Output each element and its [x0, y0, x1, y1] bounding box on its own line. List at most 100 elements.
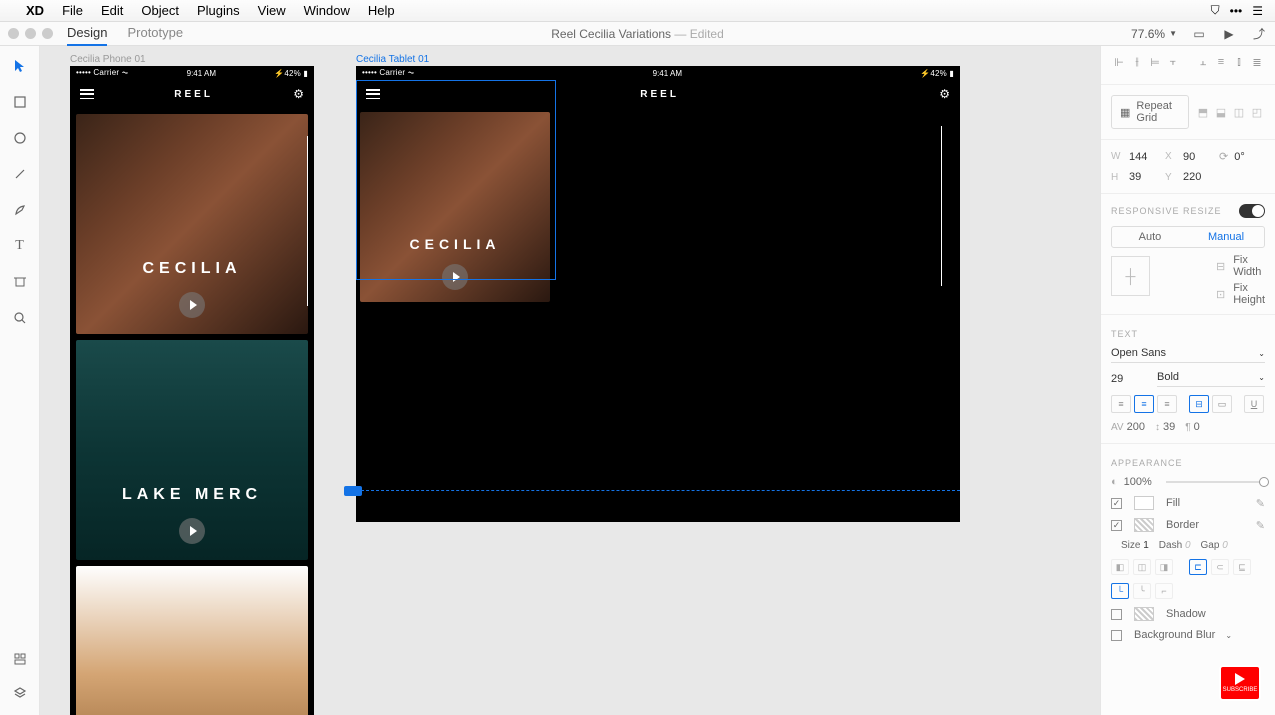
artboard-tool[interactable]: [10, 272, 30, 292]
menu-help[interactable]: Help: [368, 3, 395, 18]
underline-icon[interactable]: U: [1244, 395, 1264, 413]
play-preview-icon[interactable]: ▶: [1221, 26, 1237, 42]
menu-object[interactable]: Object: [141, 3, 179, 18]
line-tool[interactable]: [10, 164, 30, 184]
gap-input[interactable]: 0: [1222, 540, 1228, 551]
menu-window[interactable]: Window: [304, 3, 350, 18]
font-select[interactable]: Open Sans⌄: [1111, 347, 1265, 363]
fix-width-label[interactable]: Fix Width: [1233, 254, 1265, 278]
artboard-label[interactable]: Cecilia Phone 01: [70, 54, 146, 65]
tab-design[interactable]: Design: [67, 21, 107, 46]
window-controls[interactable]: [8, 28, 53, 39]
border-swatch[interactable]: [1134, 518, 1154, 532]
rotation-input[interactable]: 0°: [1234, 151, 1264, 163]
hamburger-icon: [366, 89, 380, 99]
leading-input[interactable]: 39: [1163, 421, 1175, 433]
assets-icon[interactable]: [10, 649, 30, 669]
join-bevel-icon[interactable]: ⌐: [1155, 583, 1173, 599]
layers-icon[interactable]: [10, 683, 30, 703]
guide-line[interactable]: [356, 490, 960, 491]
shadow-checkbox[interactable]: [1111, 609, 1122, 620]
auto-button[interactable]: Auto: [1112, 227, 1188, 247]
align-center-h-icon[interactable]: ⫲: [1129, 54, 1145, 70]
width-input[interactable]: 144: [1129, 151, 1159, 163]
youtube-subscribe-badge[interactable]: SUBSCRIBE: [1219, 665, 1261, 701]
artboard-label[interactable]: Cecilia Tablet 01: [356, 54, 429, 65]
blur-checkbox[interactable]: [1111, 630, 1122, 641]
boolean-subtract-icon[interactable]: ⬓: [1213, 104, 1229, 120]
device-preview-icon[interactable]: ▭: [1191, 26, 1207, 42]
fix-height-label[interactable]: Fix Height: [1233, 282, 1265, 306]
shadow-swatch[interactable]: [1134, 607, 1154, 621]
opacity-slider[interactable]: [1166, 481, 1265, 483]
responsive-toggle[interactable]: [1239, 204, 1265, 218]
menu-view[interactable]: View: [258, 3, 286, 18]
distribute-h-icon[interactable]: ≡: [1213, 54, 1229, 70]
stroke-inner-icon[interactable]: ◧: [1111, 559, 1129, 575]
text-tool[interactable]: T: [10, 236, 30, 256]
boolean-exclude-icon[interactable]: ◰: [1249, 104, 1265, 120]
menu-edit[interactable]: Edit: [101, 3, 123, 18]
y-input[interactable]: 220: [1183, 171, 1213, 183]
artboard-tablet[interactable]: ••••• Carrier ⏦ 9:41 AM ⚡42% ▮ REEL ⚙ CE…: [356, 66, 960, 522]
app-name[interactable]: XD: [26, 3, 44, 18]
align-bottom-icon[interactable]: ⫠: [1195, 54, 1211, 70]
menu-plugins[interactable]: Plugins: [197, 3, 240, 18]
boolean-intersect-icon[interactable]: ◫: [1231, 104, 1247, 120]
eyedropper-icon[interactable]: ✎: [1256, 497, 1265, 510]
ellipse-tool[interactable]: [10, 128, 30, 148]
opacity-value[interactable]: 100%: [1124, 476, 1152, 488]
stroke-size-input[interactable]: 1: [1143, 540, 1149, 551]
canvas[interactable]: Cecilia Phone 01 ••••• Carrier ⏦ 9:41 AM…: [40, 46, 1100, 715]
manual-button[interactable]: Manual: [1188, 227, 1264, 247]
rotate-icon[interactable]: ⟳: [1219, 150, 1228, 163]
join-round-icon[interactable]: ╰: [1133, 583, 1151, 599]
zoom-tool[interactable]: [10, 308, 30, 328]
join-miter-icon[interactable]: └: [1111, 583, 1129, 599]
cap-round-icon[interactable]: ⊂: [1211, 559, 1229, 575]
font-weight-select[interactable]: Bold⌄: [1157, 371, 1265, 387]
pen-tool[interactable]: [10, 200, 30, 220]
paragraph-input[interactable]: 0: [1194, 421, 1200, 433]
x-input[interactable]: 90: [1183, 151, 1213, 163]
menu-file[interactable]: File: [62, 3, 83, 18]
tracking-input[interactable]: 200: [1127, 421, 1145, 433]
align-right-text-icon[interactable]: ≡: [1157, 395, 1177, 413]
more-icon[interactable]: •••: [1230, 4, 1243, 18]
cap-butt-icon[interactable]: ⊏: [1189, 559, 1207, 575]
hamburger-icon: [80, 89, 94, 99]
eyedropper-icon[interactable]: ✎: [1256, 519, 1265, 532]
zoom-dropdown[interactable]: 77.6%▼: [1131, 27, 1177, 41]
boolean-add-icon[interactable]: ⬒: [1195, 104, 1211, 120]
align-top-icon[interactable]: ⫟: [1165, 54, 1181, 70]
align-buttons: ⊩ ⫲ ⊨ ⫟ ⫠ ≡ ⫾ ≣: [1101, 46, 1275, 78]
guide-handle[interactable]: [344, 486, 362, 496]
align-center-text-icon[interactable]: ≡: [1134, 395, 1154, 413]
constraint-widget[interactable]: ┼: [1111, 256, 1150, 296]
distribute-v-icon[interactable]: ⫾: [1231, 54, 1247, 70]
align-left-icon[interactable]: ⊩: [1111, 54, 1127, 70]
align-middle-icon[interactable]: ≣: [1249, 54, 1265, 70]
dash-input[interactable]: 0: [1185, 540, 1191, 551]
align-left-text-icon[interactable]: ≡: [1111, 395, 1131, 413]
shield-icon[interactable]: ⛉: [1211, 3, 1220, 18]
cap-square-icon[interactable]: ⊑: [1233, 559, 1251, 575]
stroke-outer-icon[interactable]: ◨: [1155, 559, 1173, 575]
blur-chevron-icon[interactable]: ⌄: [1225, 631, 1232, 640]
font-size-input[interactable]: 29: [1111, 373, 1141, 385]
repeat-grid-button[interactable]: ▦ Repeat Grid: [1111, 95, 1189, 129]
fill-checkbox[interactable]: [1111, 498, 1122, 509]
tab-prototype[interactable]: Prototype: [127, 21, 183, 46]
border-checkbox[interactable]: [1111, 520, 1122, 531]
point-text-icon[interactable]: ⊟: [1189, 395, 1209, 413]
height-input[interactable]: 39: [1129, 171, 1159, 183]
rectangle-tool[interactable]: [10, 92, 30, 112]
list-icon[interactable]: ☰: [1252, 4, 1263, 18]
align-right-icon[interactable]: ⊨: [1147, 54, 1163, 70]
share-icon[interactable]: ⤴: [1251, 26, 1267, 42]
stroke-center-icon[interactable]: ◫: [1133, 559, 1151, 575]
fill-swatch[interactable]: [1134, 496, 1154, 510]
artboard-phone[interactable]: ••••• Carrier ⏦ 9:41 AM ⚡42% ▮ REEL ⚙ CE…: [70, 66, 314, 715]
select-tool[interactable]: [10, 56, 30, 76]
area-text-icon[interactable]: ▭: [1212, 395, 1232, 413]
